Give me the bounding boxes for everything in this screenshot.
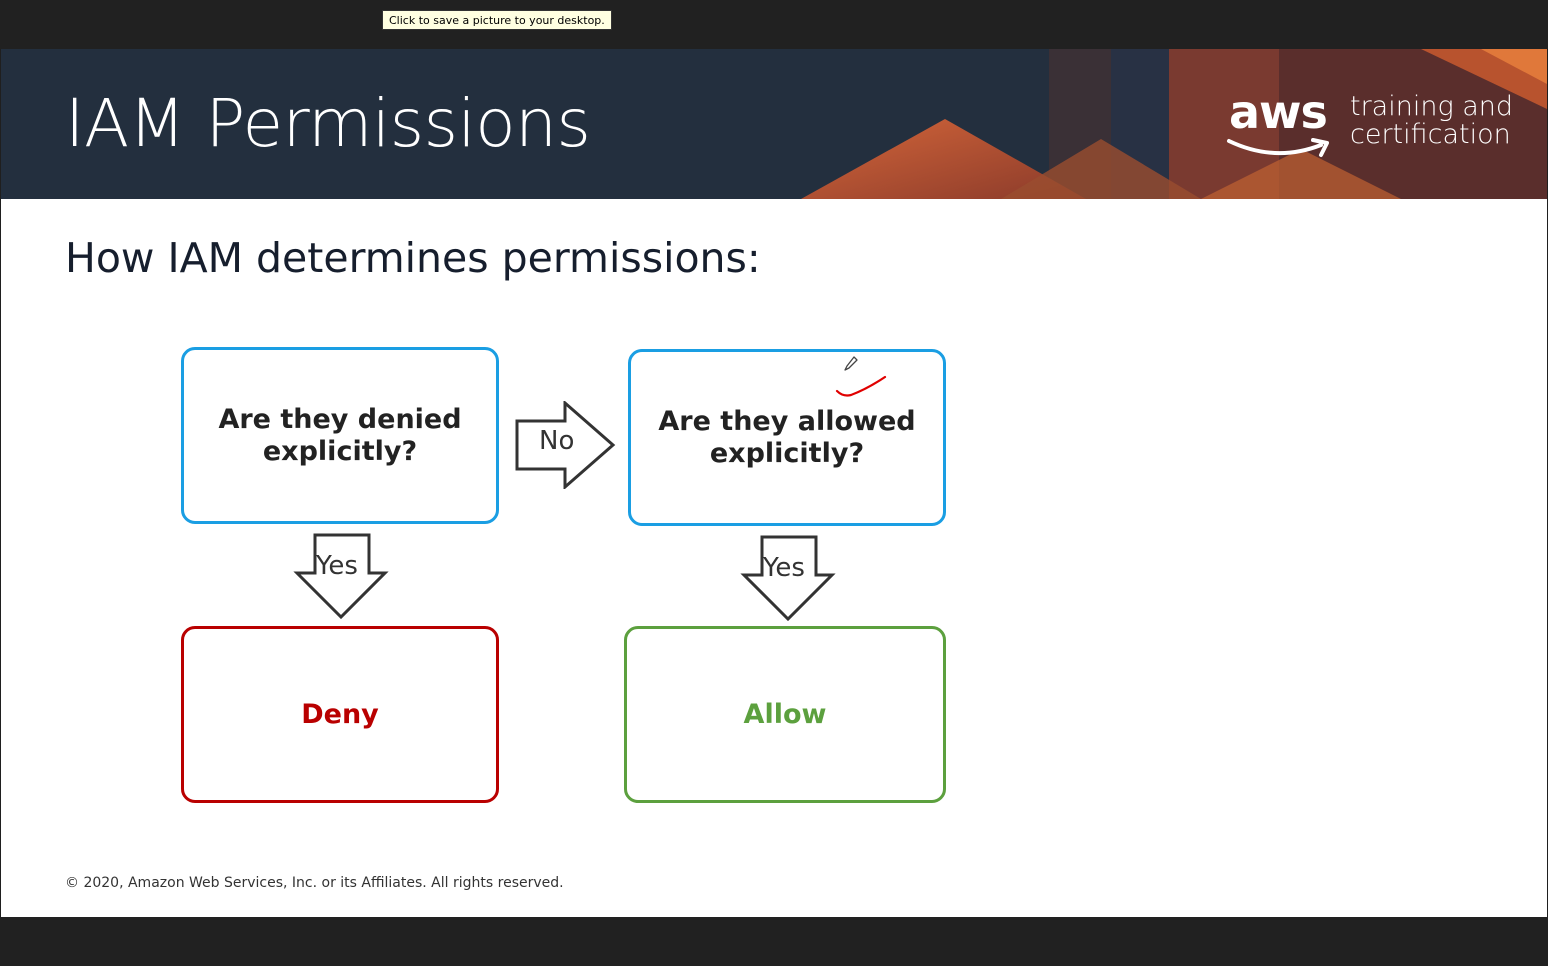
- question-allowed-box: Are they allowed explicitly?: [628, 349, 946, 526]
- slide-header: IAM Permissions aws training and certifi…: [1, 49, 1547, 199]
- save-picture-tooltip: Click to save a picture to your desktop.: [382, 10, 612, 30]
- aws-training-logo: aws training and certification: [1225, 85, 1525, 165]
- slide-subtitle: How IAM determines permissions:: [65, 234, 761, 282]
- question-denied-box: Are they denied explicitly?: [181, 347, 499, 524]
- logo-line-1: training and: [1350, 91, 1514, 122]
- arrow-no-label: No: [539, 426, 575, 456]
- presentation-top-bar: Click to save a picture to your desktop.: [0, 0, 1548, 49]
- red-checkmark-annotation: [835, 375, 887, 397]
- question-allowed-line-1: Are they allowed: [658, 405, 916, 437]
- allow-label: Allow: [743, 699, 827, 730]
- question-allowed-line-2: explicitly?: [709, 437, 865, 469]
- presentation-bottom-bar: [0, 917, 1548, 966]
- deny-label: Deny: [301, 699, 379, 730]
- aws-wordmark: aws: [1229, 85, 1328, 139]
- allow-box: Allow: [624, 626, 946, 803]
- question-denied-line-2: explicitly?: [262, 435, 418, 467]
- deny-box: Deny: [181, 626, 499, 803]
- slide[interactable]: IAM Permissions aws training and certifi…: [1, 49, 1547, 917]
- slide-title: IAM Permissions: [65, 85, 591, 162]
- logo-line-2: certification: [1350, 119, 1511, 150]
- logo-tagline: training and certification: [1350, 93, 1513, 149]
- arrow-yes-2-label: Yes: [763, 553, 805, 583]
- aws-smile-icon: [1227, 138, 1329, 157]
- arrow-yes-1-label: Yes: [316, 551, 358, 581]
- copyright-footer: © 2020, Amazon Web Services, Inc. or its…: [65, 875, 564, 891]
- question-denied-line-1: Are they denied: [218, 403, 462, 435]
